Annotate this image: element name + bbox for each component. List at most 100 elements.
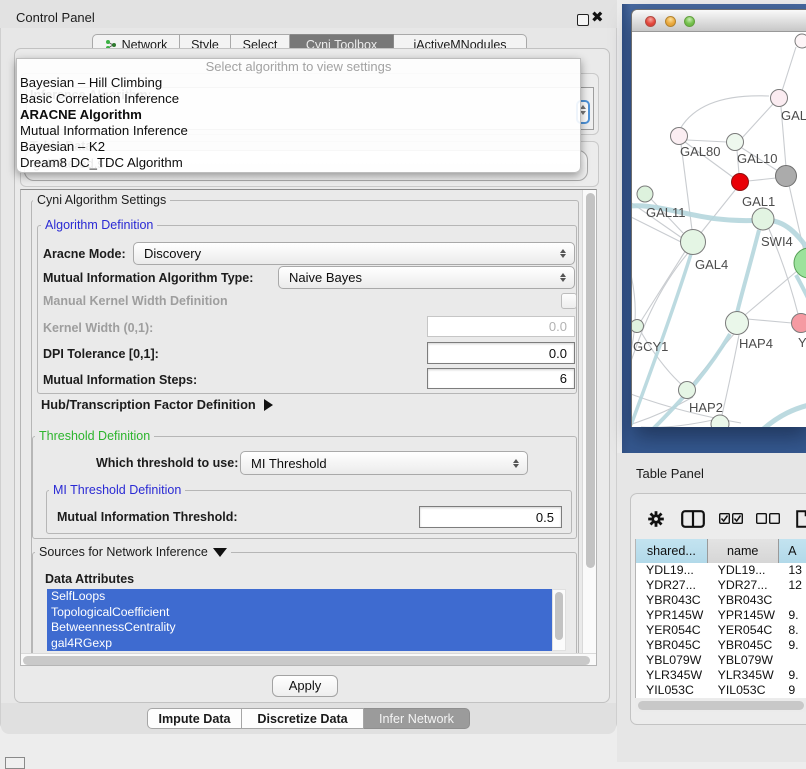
network-edge-highlighted[interactable]	[761, 404, 806, 427]
network-edge[interactable]	[722, 335, 739, 415]
table-cell: YLR345W	[636, 668, 708, 683]
algorithm-option[interactable]: Basic Correlation Inference	[20, 91, 179, 107]
settings-vertical-scrollbar-thumb[interactable]	[586, 193, 595, 568]
table-horizontal-scrollbar-thumb[interactable]	[638, 701, 804, 710]
algorithm-option[interactable]: Mutual Information Inference	[20, 123, 188, 139]
network-node-gcy1[interactable]	[632, 320, 644, 333]
table-row[interactable]: YPR145WYPR145W9.	[636, 608, 806, 623]
close-traffic-light[interactable]	[645, 16, 656, 27]
float-window-icon[interactable]	[577, 14, 589, 26]
mi-type-combobox[interactable]: Naive Bayes	[278, 266, 575, 289]
split-columns-icon[interactable]	[681, 510, 705, 528]
network-edge[interactable]	[748, 178, 776, 181]
network-edge[interactable]	[632, 253, 688, 373]
settings-content: Cyni Algorithm Settings Algorithm Defini…	[21, 190, 582, 653]
network-node-hap4[interactable]	[726, 312, 749, 335]
column-header-name[interactable]: name	[708, 539, 779, 563]
algorithm-option[interactable]: Bayesian – K2	[20, 139, 105, 155]
which-threshold-label: Which threshold to use:	[96, 456, 238, 470]
aracne-mode-combobox[interactable]: Discovery	[133, 242, 575, 265]
network-edge[interactable]	[745, 271, 797, 315]
network-node-y[interactable]	[792, 314, 806, 333]
minimize-traffic-light[interactable]	[665, 16, 676, 27]
data-attribute-item[interactable]: gal4RGexp	[47, 636, 552, 652]
settings-horizontal-scrollbar[interactable]	[21, 653, 597, 666]
zoom-traffic-light[interactable]	[684, 16, 695, 27]
data-attributes-label: Data Attributes	[45, 572, 134, 586]
network-node[interactable]	[776, 166, 797, 187]
network-node[interactable]	[795, 34, 806, 48]
dpi-tolerance-input[interactable]: 0.0	[427, 342, 575, 364]
table-row[interactable]: YDR27...YDR27...12	[636, 578, 806, 593]
network-edge[interactable]	[782, 47, 796, 91]
data-attribute-item[interactable]: SelfLoops	[47, 589, 552, 605]
network-node-gal1[interactable]	[732, 174, 749, 191]
data-attributes-list[interactable]: SelfLoopsTopologicalCoefficientBetweenne…	[47, 589, 552, 651]
table-row[interactable]: YBR043CYBR043C	[636, 593, 806, 608]
table-row[interactable]: YLR345WYLR345W9.	[636, 668, 806, 683]
algorithm-option[interactable]: ARACNE Algorithm	[20, 107, 142, 123]
network-edge[interactable]	[680, 96, 769, 129]
network-node-hap2[interactable]	[679, 382, 696, 399]
network-view-window[interactable]: GALGAL80GAL10GAL1GAL11SWI4GAL4GCY1HAP4YH…	[631, 9, 806, 427]
table-cell: YPR145W	[636, 608, 708, 623]
kernel-width-input[interactable]: 0.0	[427, 316, 575, 337]
mi-threshold-input[interactable]: 0.5	[419, 506, 562, 528]
data-attribute-item[interactable]: BetweennessCentrality	[47, 620, 552, 636]
document-icon[interactable]	[796, 510, 806, 528]
checked-checkboxes-icon[interactable]	[719, 513, 743, 524]
apply-button[interactable]: Apply	[272, 675, 338, 697]
network-edge[interactable]	[700, 189, 736, 234]
table-row[interactable]: YIL053CYIL053C9	[636, 683, 806, 698]
network-node[interactable]	[711, 415, 729, 427]
data-attribute-item[interactable]: TopologicalCoefficient	[47, 605, 552, 621]
unchecked-checkboxes-icon[interactable]	[756, 513, 780, 524]
network-node-gal80[interactable]	[671, 128, 688, 145]
network-canvas[interactable]: GALGAL80GAL10GAL1GAL11SWI4GAL4GCY1HAP4YH…	[632, 32, 806, 427]
table-horizontal-scrollbar[interactable]	[635, 699, 806, 712]
algorithm-option[interactable]: Bayesian – Hill Climbing	[20, 75, 162, 91]
sources-title[interactable]: Sources for Network Inference	[35, 545, 231, 559]
mi-steps-input[interactable]: 6	[427, 368, 575, 389]
combo-arrows-icon	[560, 243, 566, 264]
control-panel-titlebar[interactable]: Control Panel ✖	[0, 0, 617, 28]
close-icon[interactable]: ✖	[591, 8, 604, 26]
network-edge[interactable]	[742, 104, 773, 138]
network-window-titlebar[interactable]	[632, 10, 806, 32]
column-header-a[interactable]: A	[779, 539, 806, 563]
which-threshold-combobox[interactable]: MI Threshold	[240, 451, 528, 475]
settings-horizontal-scrollbar-thumb[interactable]	[23, 656, 590, 665]
table-row[interactable]: YBL079WYBL079W	[636, 653, 806, 668]
network-node-gal[interactable]	[771, 90, 788, 107]
network-edge-highlighted[interactable]	[737, 230, 759, 313]
network-graph: GALGAL80GAL10GAL1GAL11SWI4GAL4GCY1HAP4YH…	[632, 32, 806, 427]
table-cell: YDL19...	[708, 563, 779, 578]
network-edge[interactable]	[641, 420, 713, 427]
network-node-swi4[interactable]	[752, 208, 774, 230]
tab-impute-data[interactable]: Impute Data	[147, 708, 242, 729]
which-threshold-value: MI Threshold	[251, 456, 327, 471]
table-row[interactable]: YBR045CYBR045C9.	[636, 638, 806, 653]
settings-vertical-scrollbar[interactable]	[582, 190, 597, 653]
tab-discretize-data[interactable]: Discretize Data	[242, 708, 364, 729]
list-scrollbar[interactable]	[552, 589, 566, 651]
gear-icon[interactable]	[648, 511, 664, 527]
algorithm-option[interactable]: Dream8 DC_TDC Algorithm	[20, 155, 183, 171]
network-node-gal10[interactable]	[727, 134, 744, 151]
network-edge[interactable]	[687, 140, 727, 142]
column-header-shared[interactable]: shared...	[636, 539, 708, 563]
manual-kernel-checkbox[interactable]	[561, 293, 577, 309]
desktop-corner-widget[interactable]	[5, 757, 25, 769]
list-scrollbar-thumb[interactable]	[555, 592, 563, 640]
table-row[interactable]: YER054CYER054C8.	[636, 623, 806, 638]
network-node-gal4[interactable]	[681, 230, 706, 255]
algorithm-dropdown-popup: Select algorithm to view settings Bayesi…	[16, 58, 581, 173]
network-node-label: GAL1	[742, 194, 775, 209]
network-edge[interactable]	[747, 319, 792, 323]
tab-infer-network[interactable]: Infer Network	[364, 708, 470, 729]
network-node[interactable]	[794, 248, 806, 278]
table-row[interactable]: YDL19...YDL19...13	[636, 563, 806, 578]
network-node-gal11[interactable]	[637, 186, 653, 202]
hub-definition-expander[interactable]: Hub/Transcription Factor Definition	[41, 397, 273, 412]
network-edge-highlighted[interactable]	[796, 275, 806, 300]
